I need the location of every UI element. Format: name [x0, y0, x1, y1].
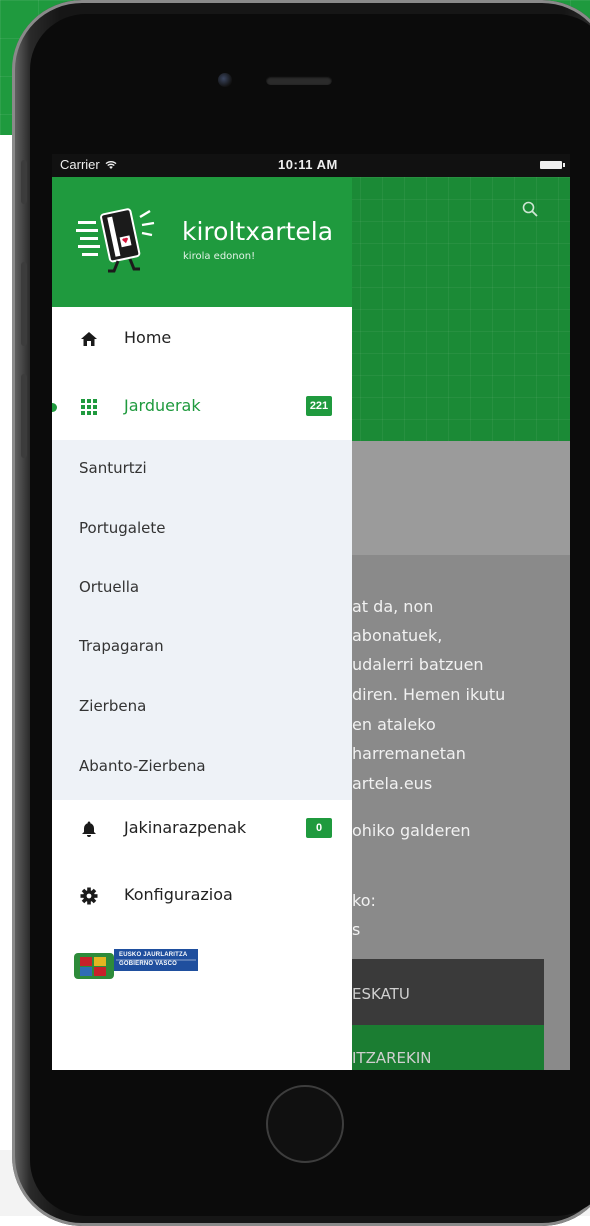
- submenu-item-ortuella[interactable]: Ortuella: [52, 559, 352, 619]
- menu-label-jakinarazpenak: Jakinarazpenak: [124, 818, 247, 837]
- volume-down-button: [21, 374, 27, 458]
- menu-label-jarduerak: Jarduerak: [124, 396, 201, 415]
- menu-item-jarduerak[interactable]: Jarduerak 221: [52, 378, 352, 436]
- green-action-button-label: ITZAREKIN: [352, 1049, 432, 1067]
- background-text-line: s: [352, 920, 361, 939]
- search-icon[interactable]: [522, 201, 538, 217]
- gov-logo-line2: GOBIERNO VASCO: [119, 961, 178, 967]
- home-icon: [81, 332, 97, 346]
- card-runner-logo-icon: [76, 208, 155, 273]
- mute-switch: [21, 160, 27, 204]
- background-text-line: ko:: [352, 891, 376, 910]
- background-text-line: abonatuek,: [352, 626, 443, 645]
- submenu-item-trapagaran[interactable]: Trapagaran: [52, 618, 352, 678]
- status-time: 10:11 AM: [278, 157, 338, 172]
- phone-screen: Carrier 10:11 AM at da, non abonatuek, u…: [52, 154, 570, 1070]
- submenu-label: Trapagaran: [79, 637, 164, 655]
- submenu-item-abanto-zierbena[interactable]: Abanto-Zierbena: [52, 738, 352, 798]
- navigation-drawer: kiroltxartela kirola edonon! Home Jardue…: [52, 177, 352, 1070]
- submenu-item-zierbena[interactable]: Zierbena: [52, 678, 352, 738]
- activity-count-badge: 221: [306, 396, 332, 416]
- drawer-header: kiroltxartela kirola edonon!: [52, 177, 352, 307]
- front-camera: [218, 73, 232, 87]
- menu-label-konfigurazioa: Konfigurazioa: [124, 885, 233, 904]
- notification-count-badge: 0: [306, 818, 332, 838]
- earpiece-speaker: [266, 76, 332, 85]
- gear-icon: [80, 887, 98, 905]
- submenu-item-santurtzi[interactable]: Santurtzi: [52, 440, 352, 500]
- grid-icon: [81, 399, 97, 415]
- app-title: kiroltxartela: [182, 217, 334, 246]
- menu-label-home: Home: [124, 328, 172, 347]
- submenu-item-portugalete[interactable]: Portugalete: [52, 500, 352, 560]
- municipality-submenu: Santurtzi Portugalete Ortuella Trapagara…: [52, 440, 352, 800]
- gov-logo-line1: EUSKO JAURLARITZA: [119, 952, 188, 958]
- wifi-icon: [105, 161, 117, 169]
- menu-item-home[interactable]: Home: [52, 310, 352, 368]
- submenu-label: Santurtzi: [79, 459, 147, 477]
- background-text-line: ohiko galderen: [352, 821, 471, 840]
- submenu-label: Portugalete: [79, 519, 166, 537]
- carrier-text: Carrier: [60, 157, 100, 172]
- bell-icon: [82, 821, 96, 837]
- menu-item-konfigurazioa[interactable]: Konfigurazioa: [52, 867, 352, 925]
- background-text-line: udalerri batzuen: [352, 655, 484, 674]
- background-text-line: diren. Hemen ikutu: [352, 685, 506, 704]
- background-text-line: en ataleko: [352, 715, 436, 734]
- background-text-line: at da, non: [352, 597, 434, 616]
- volume-up-button: [21, 262, 27, 346]
- background-text-line: harremanetan: [352, 744, 466, 763]
- submenu-label: Zierbena: [79, 697, 147, 715]
- request-button-label: ESKATU: [352, 985, 410, 1003]
- menu-item-jakinarazpenak[interactable]: Jakinarazpenak 0: [52, 800, 352, 858]
- active-indicator: [52, 403, 57, 412]
- battery-icon: [540, 161, 565, 169]
- app-subtitle: kirola edonon!: [183, 251, 256, 262]
- home-button[interactable]: [266, 1085, 344, 1163]
- status-bar: Carrier 10:11 AM: [52, 154, 570, 177]
- background-text-line: artela.eus: [352, 774, 433, 793]
- submenu-label: Ortuella: [79, 578, 140, 596]
- submenu-label: Abanto-Zierbena: [79, 757, 206, 775]
- basque-government-logo: EUSKO JAURLARITZA GOBIERNO VASCO: [74, 949, 198, 983]
- carrier-label: Carrier: [60, 157, 117, 172]
